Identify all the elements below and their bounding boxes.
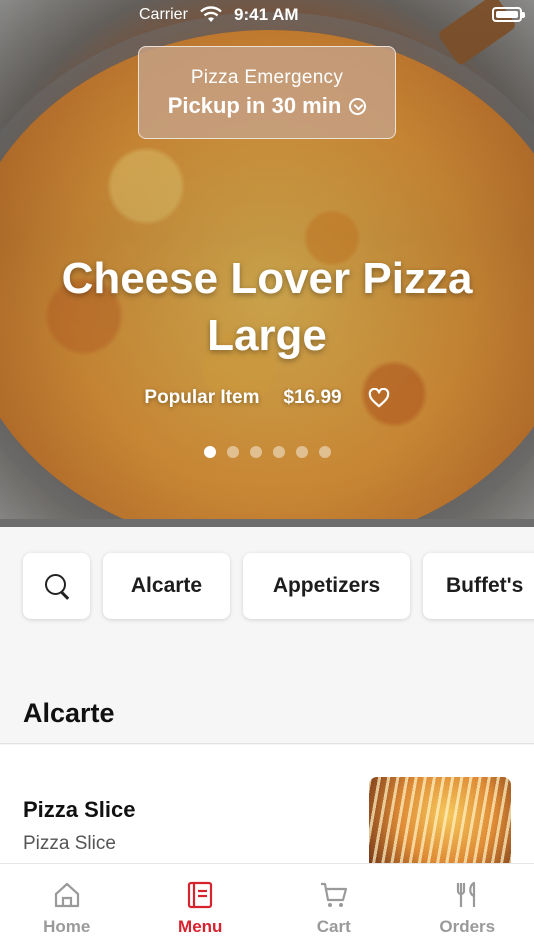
- featured-hero[interactable]: Carrier 9:41 AM Pizza Emergency Pickup i…: [0, 0, 534, 527]
- pizza-emergency-banner[interactable]: Pizza Emergency Pickup in 30 min: [138, 46, 396, 139]
- featured-price: $16.99: [283, 387, 342, 408]
- carousel-dot[interactable]: [318, 446, 331, 458]
- section-header: Alcarte: [0, 684, 534, 744]
- tab-bar: Home Menu Cart Orders: [0, 863, 534, 950]
- menu-item-name: Pizza Slice: [23, 797, 136, 822]
- clock: 9:41 AM: [234, 5, 299, 24]
- featured-tag: Popular Item: [144, 387, 260, 408]
- battery-icon: [492, 7, 525, 22]
- banner-title: Pizza Emergency: [190, 67, 344, 88]
- search-icon: [44, 573, 70, 599]
- heart-icon[interactable]: [368, 388, 390, 408]
- search-button[interactable]: [23, 553, 90, 619]
- carousel-indicator[interactable]: [0, 446, 534, 458]
- carousel-dot[interactable]: [203, 446, 216, 458]
- category-buffets[interactable]: Buffet's: [423, 553, 534, 619]
- menu-item-description: Pizza Slice: [23, 833, 116, 854]
- chevron-down-circle-icon: [349, 97, 367, 115]
- menu-icon: [188, 881, 213, 909]
- cart-icon: [320, 882, 347, 907]
- category-appetizers[interactable]: Appetizers: [243, 553, 410, 619]
- carousel-dot[interactable]: [295, 446, 308, 458]
- tab-menu[interactable]: Menu: [134, 864, 268, 950]
- carousel-dot[interactable]: [249, 446, 262, 458]
- fork-knife-icon: [457, 881, 476, 907]
- carousel-dot[interactable]: [272, 446, 285, 458]
- tab-cart[interactable]: Cart: [267, 864, 401, 950]
- wifi-icon: [200, 6, 222, 22]
- category-bar: Alcarte Appetizers Buffet's: [23, 553, 534, 619]
- featured-meta: Popular Item $16.99: [0, 387, 534, 409]
- tab-orders[interactable]: Orders: [401, 864, 534, 950]
- featured-title: Cheese Lover Pizza Large: [61, 254, 473, 360]
- section-title: Alcarte: [23, 698, 115, 728]
- home-icon: [54, 882, 79, 908]
- carousel-dot[interactable]: [226, 446, 239, 458]
- tab-home[interactable]: Home: [0, 864, 134, 950]
- status-bar: Carrier 9:41 AM: [0, 0, 534, 32]
- carrier-label: Carrier: [139, 6, 188, 23]
- banner-subtitle: Pickup in 30 min: [167, 93, 342, 118]
- menu-item[interactable]: Pizza Slice Pizza Slice: [0, 745, 534, 887]
- category-alcarte[interactable]: Alcarte: [103, 553, 230, 619]
